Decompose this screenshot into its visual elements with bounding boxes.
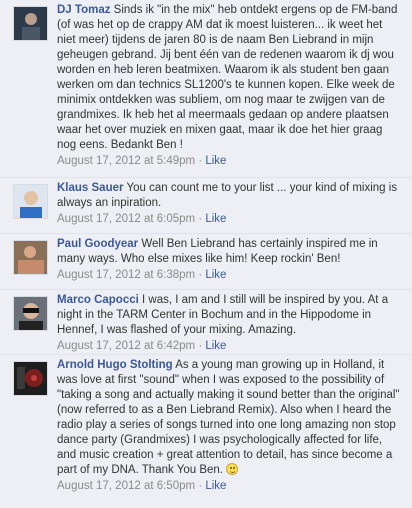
comment-text: As a young man growing up in Holland, it… <box>57 359 400 476</box>
avatar[interactable] <box>13 6 48 41</box>
comment-author[interactable]: Klaus Sauer <box>57 182 123 194</box>
meta-separator: · <box>198 155 203 167</box>
user-photo-icon <box>14 362 47 395</box>
smiley-icon <box>226 463 239 475</box>
comment-meta: August 17, 2012 at 5:49pm · Like <box>57 154 403 169</box>
comment-author[interactable]: Marco Capocci <box>57 294 139 306</box>
comment: Arnold Hugo Stolting As a young man grow… <box>0 355 412 508</box>
avatar[interactable] <box>13 240 48 275</box>
comment: Paul Goodyear Well Ben Liebrand has cert… <box>0 234 412 290</box>
like-link[interactable]: Like <box>205 269 226 281</box>
user-photo-icon <box>14 185 47 218</box>
like-link[interactable]: Like <box>205 340 226 352</box>
comment-content: DJ Tomaz Sinds ik "in the mix" heb ontde… <box>57 3 403 169</box>
comment-author[interactable]: DJ Tomaz <box>57 4 110 16</box>
meta-separator: · <box>198 340 203 352</box>
comment-author[interactable]: Arnold Hugo Stolting <box>57 359 173 371</box>
like-link[interactable]: Like <box>205 155 226 167</box>
avatar[interactable] <box>13 184 48 219</box>
comment: DJ Tomaz Sinds ik "in the mix" heb ontde… <box>0 0 412 178</box>
comment-timestamp[interactable]: August 17, 2012 at 6:38pm <box>57 269 195 281</box>
comment-timestamp[interactable]: August 17, 2012 at 5:49pm <box>57 155 195 167</box>
user-photo-icon <box>14 297 47 330</box>
comment-author[interactable]: Paul Goodyear <box>57 238 138 250</box>
comment-content: Arnold Hugo Stolting As a young man grow… <box>57 358 403 494</box>
meta-separator: · <box>198 480 203 492</box>
comment: Klaus Sauer You can count me to your lis… <box>0 178 412 234</box>
comment-timestamp[interactable]: August 17, 2012 at 6:50pm <box>57 480 195 492</box>
user-photo-icon <box>14 241 47 274</box>
comment-meta: August 17, 2012 at 6:38pm · Like <box>57 268 403 283</box>
comment: Marco Capocci I was, I am and I still wi… <box>0 290 412 355</box>
comment-text: Sinds ik "in the mix" heb ontdekt ergens… <box>57 4 398 151</box>
avatar[interactable] <box>13 361 48 396</box>
comment-content: Paul Goodyear Well Ben Liebrand has cert… <box>57 237 403 283</box>
comment-feed: DJ Tomaz Sinds ik "in the mix" heb ontde… <box>0 0 412 508</box>
meta-separator: · <box>198 269 203 281</box>
comment-meta: August 17, 2012 at 6:50pm · Like <box>57 479 403 494</box>
comment-meta: August 17, 2012 at 6:05pm · Like <box>57 212 403 227</box>
comment-meta: August 17, 2012 at 6:42pm · Like <box>57 339 403 354</box>
avatar[interactable] <box>13 296 48 331</box>
comment-content: Klaus Sauer You can count me to your lis… <box>57 181 403 227</box>
user-photo-icon <box>14 7 47 40</box>
meta-separator: · <box>198 213 203 225</box>
like-link[interactable]: Like <box>205 213 226 225</box>
comment-timestamp[interactable]: August 17, 2012 at 6:05pm <box>57 213 195 225</box>
comment-timestamp[interactable]: August 17, 2012 at 6:42pm <box>57 340 195 352</box>
comment-content: Marco Capocci I was, I am and I still wi… <box>57 293 403 354</box>
like-link[interactable]: Like <box>205 480 226 492</box>
